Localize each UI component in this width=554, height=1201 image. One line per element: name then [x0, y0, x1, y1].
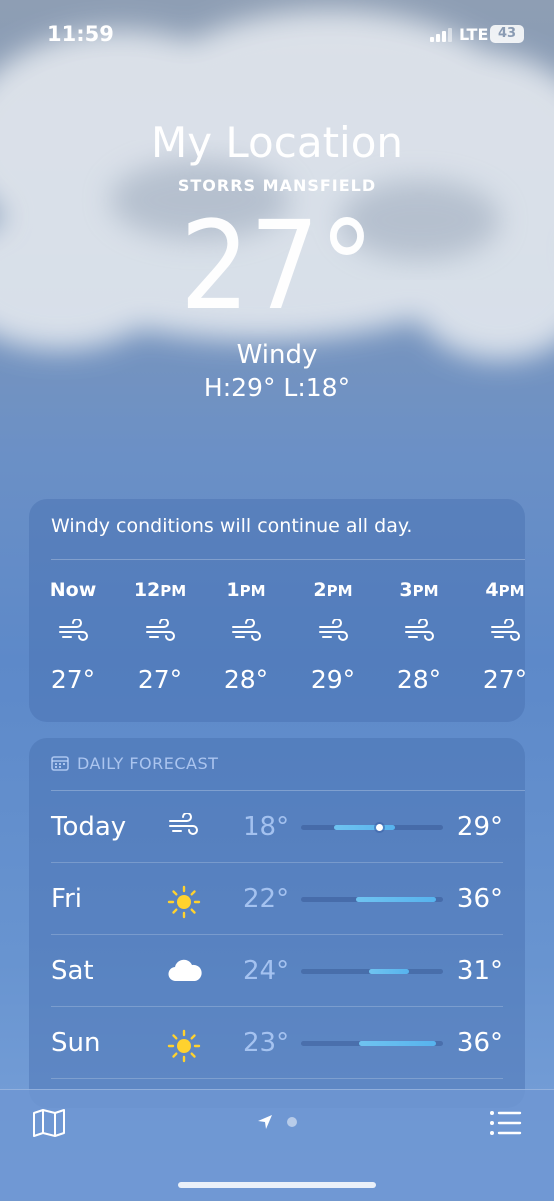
forecast-summary: Windy conditions will continue all day.	[51, 515, 413, 537]
wind-icon	[211, 618, 281, 645]
daily-forecast-row[interactable]: Fri 22° 36°	[29, 863, 525, 935]
hour-temperature: 27°	[482, 665, 525, 694]
hour-label: 4PM	[485, 579, 525, 601]
location-arrow-icon[interactable]	[257, 1114, 273, 1130]
wind-icon	[470, 618, 525, 645]
page-indicator-dot[interactable]	[287, 1117, 297, 1127]
hour-temperature: 28°	[223, 665, 269, 694]
day-name: Sun	[51, 1028, 101, 1058]
hour-column: 4PM 27°	[470, 579, 525, 694]
hour-temperature: 27°	[137, 665, 183, 694]
high-temperature: 31°	[456, 956, 503, 986]
hour-label: 12PM	[133, 579, 187, 601]
daily-forecast-row[interactable]: Sun 23° 36°	[29, 1007, 525, 1079]
low-temperature: 22°	[243, 884, 290, 914]
divider	[51, 559, 525, 560]
high-temperature: 36°	[456, 884, 503, 914]
hour-label: 2PM	[313, 579, 353, 601]
wind-icon	[38, 618, 108, 645]
high-low-temperature: H:29° L:18°	[203, 373, 351, 402]
day-name: Fri	[51, 884, 82, 914]
hourly-forecast-card[interactable]: Windy conditions will continue all day. …	[29, 499, 525, 722]
wind-icon	[384, 618, 454, 645]
status-time: 11:59	[47, 22, 114, 46]
temperature-range-bar	[301, 969, 443, 974]
home-indicator	[178, 1182, 376, 1188]
daily-forecast-card[interactable]: DAILY FORECAST Today 18° 29° Fri 22° 36° Sat 24…	[29, 738, 525, 1108]
temperature-range-bar	[301, 897, 443, 902]
daily-forecast-row[interactable]: Sat 24° 31°	[29, 935, 525, 1007]
bottom-toolbar	[0, 1089, 554, 1201]
hour-column: 12PM 27°	[125, 579, 195, 694]
daily-forecast-row[interactable]: Today 18° 29°	[29, 791, 525, 863]
low-temperature: 23°	[243, 1028, 290, 1058]
low-temperature: 18°	[243, 812, 290, 842]
hour-column: 3PM 28°	[384, 579, 454, 694]
location-title: My Location	[150, 118, 404, 167]
cloud-icon	[167, 957, 203, 987]
day-name: Today	[51, 812, 127, 842]
temperature-range-bar	[301, 824, 443, 831]
temperature-range-bar	[301, 1041, 443, 1046]
sublocation-label: STORRS MANSFIELD	[177, 176, 377, 195]
hour-temperature: 29°	[310, 665, 356, 694]
daily-forecast-header: DAILY FORECAST	[51, 754, 218, 773]
hour-column: 2PM 29°	[298, 579, 368, 694]
wind-icon	[298, 618, 368, 645]
sun-icon	[167, 885, 203, 919]
hour-column: Now 27°	[38, 579, 108, 694]
map-icon[interactable]	[32, 1108, 66, 1138]
cellular-signal-icon	[430, 28, 452, 42]
divider	[51, 1078, 503, 1079]
hour-label: 3PM	[399, 579, 439, 601]
status-bar: 11:59 LTE 43	[0, 0, 554, 70]
network-type: LTE	[459, 25, 489, 44]
hour-label: Now	[49, 579, 97, 601]
hour-temperature: 28°	[396, 665, 442, 694]
battery-icon: 43	[490, 25, 524, 43]
current-temperature: 27°	[179, 195, 375, 337]
sun-icon	[167, 1029, 203, 1063]
hour-label: 1PM	[226, 579, 266, 601]
current-condition: Windy	[236, 340, 318, 370]
calendar-icon	[51, 756, 69, 771]
wind-icon	[167, 812, 203, 843]
day-name: Sat	[51, 956, 94, 986]
high-temperature: 29°	[456, 812, 503, 842]
high-temperature: 36°	[456, 1028, 503, 1058]
list-icon[interactable]	[488, 1108, 522, 1138]
wind-icon	[125, 618, 195, 645]
low-temperature: 24°	[243, 956, 290, 986]
hour-column: 1PM 28°	[211, 579, 281, 694]
hour-temperature: 27°	[50, 665, 96, 694]
